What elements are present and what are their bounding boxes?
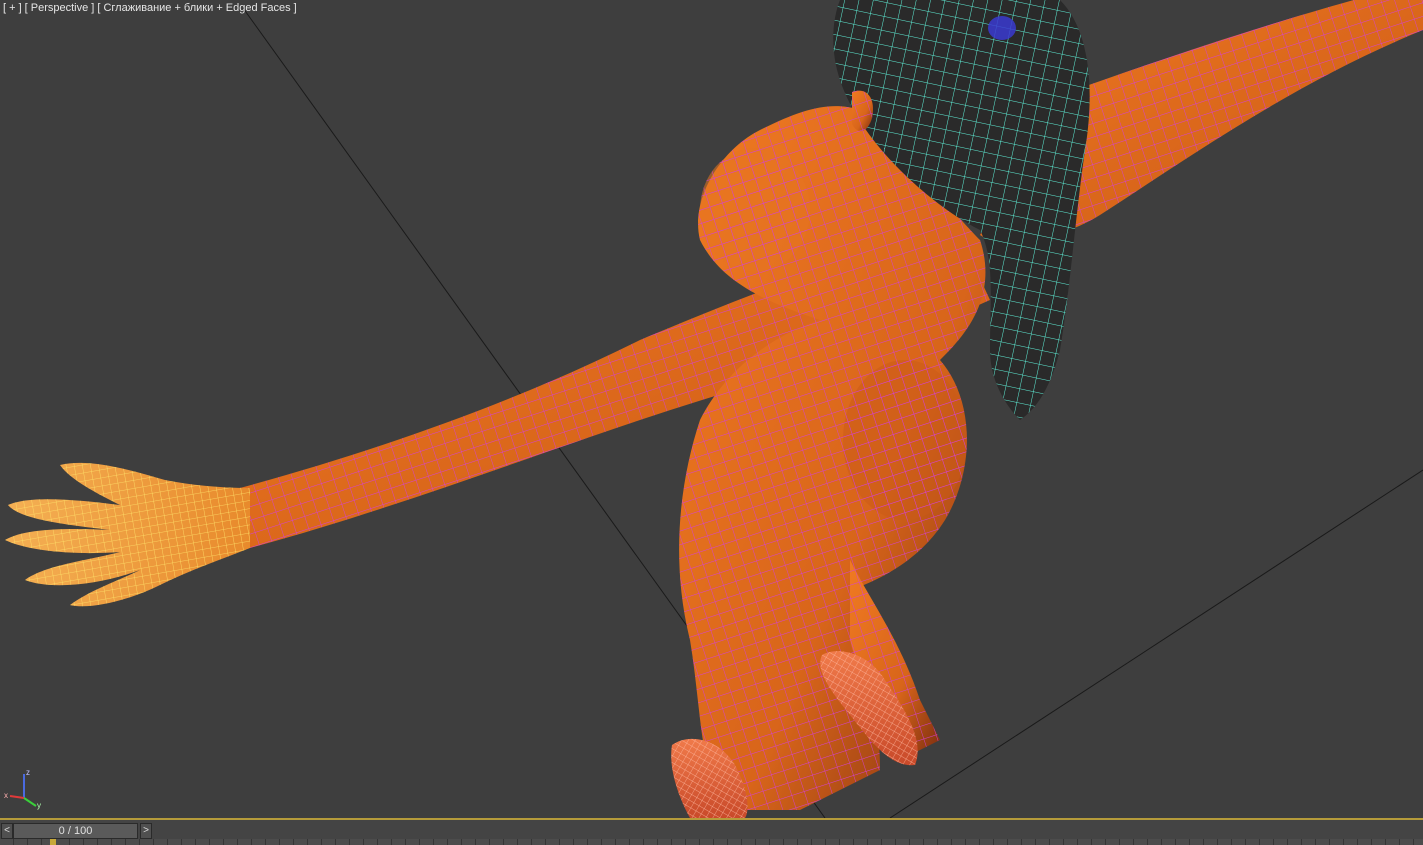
prev-frame-button[interactable]: < [1, 823, 13, 839]
viewport-label[interactable]: [ + ][ Perspective ][ Сглаживание + блик… [3, 2, 300, 14]
gizmo-z-label: z [26, 768, 30, 777]
axis-gizmo-icon: z x y [4, 768, 41, 810]
viewport-menu-button[interactable]: [ + ] [3, 2, 22, 14]
viewport-shading-label[interactable]: [ Сглаживание + блики + Edged Faces ] [97, 2, 296, 14]
track-bar[interactable] [0, 839, 1423, 845]
perspective-viewport[interactable]: [ + ][ Perspective ][ Сглаживание + блик… [0, 0, 1423, 818]
next-frame-button[interactable]: > [140, 823, 152, 839]
current-frame-marker[interactable] [50, 839, 56, 845]
torso-mesh[interactable] [679, 106, 986, 810]
scene-canvas[interactable] [0, 0, 1423, 818]
time-slider-bar[interactable]: < 0 / 100 > [0, 818, 1423, 845]
time-slider[interactable]: 0 / 100 [13, 823, 138, 839]
left-hand-mesh[interactable] [5, 462, 250, 607]
viewport-view-label[interactable]: [ Perspective ] [25, 2, 95, 14]
gizmo-y-label: y [37, 801, 41, 810]
gizmo-x-label: x [4, 791, 8, 800]
